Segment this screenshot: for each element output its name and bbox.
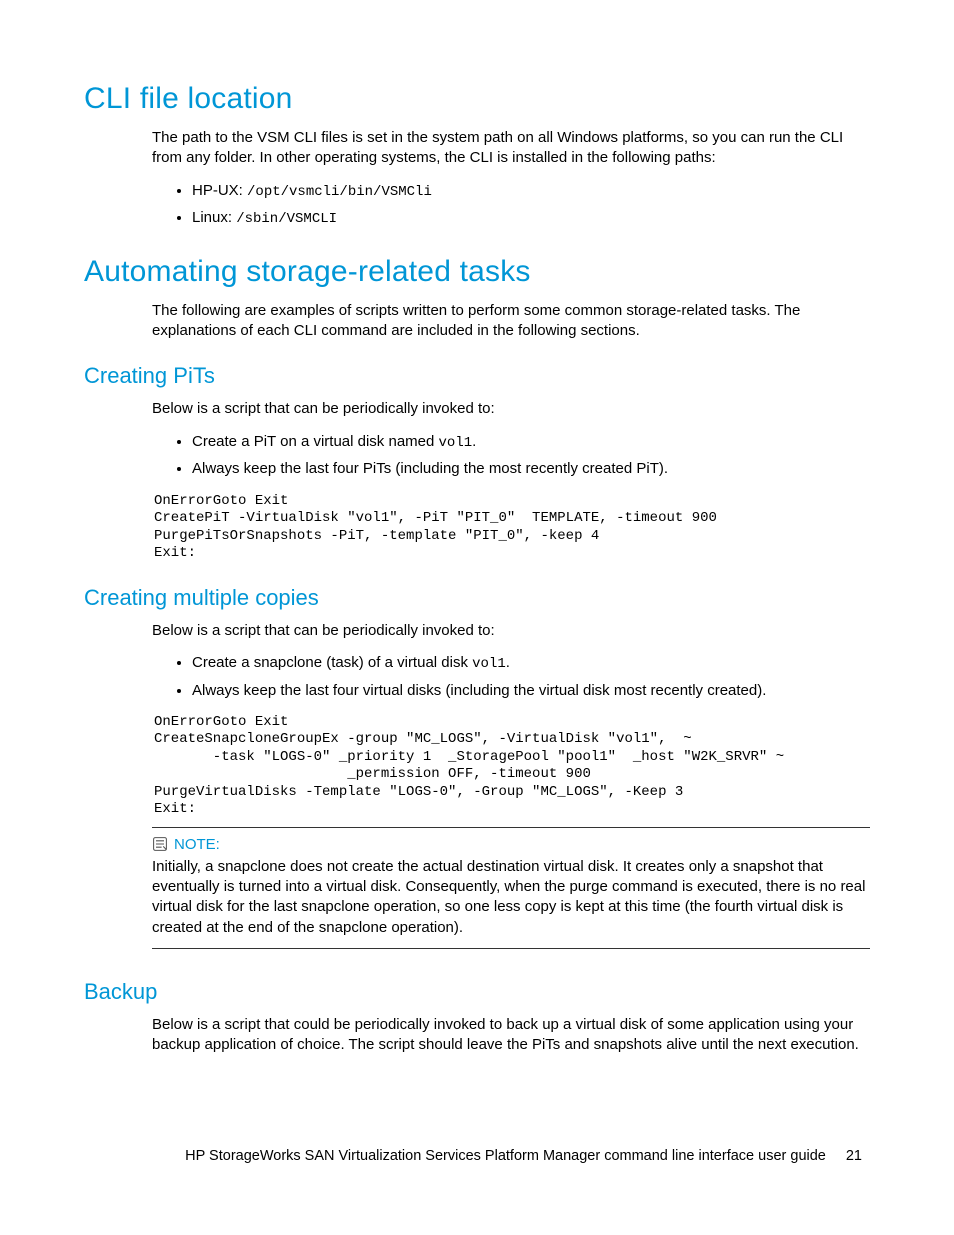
text: . [506, 654, 510, 671]
code-block-copies: OnErrorGoto Exit CreateSnapcloneGroupEx … [154, 714, 870, 819]
text: Create a snapclone (task) of a virtual d… [192, 654, 472, 671]
paragraph-automating-intro: The following are examples of scripts wr… [84, 301, 870, 342]
paragraph-cli-intro: The path to the VSM CLI files is set in … [84, 128, 870, 169]
note-rule-bottom [152, 948, 870, 949]
note-block: NOTE: Initially, a snapclone does not cr… [152, 827, 870, 949]
heading-automating-tasks: Automating storage-related tasks [84, 255, 870, 289]
heading-creating-copies: Creating multiple copies [84, 585, 870, 611]
inline-code: vol1 [472, 656, 506, 672]
footer-text: HP StorageWorks SAN Virtualization Servi… [185, 1148, 826, 1164]
list-item: Create a PiT on a virtual disk named vol… [192, 430, 870, 455]
list-item: Always keep the last four PiTs (includin… [192, 457, 870, 480]
list-pits: Create a PiT on a virtual disk named vol… [84, 430, 870, 481]
list-item: Linux: /sbin/VSMCLI [192, 206, 870, 231]
note-label: NOTE: [174, 836, 220, 853]
list-item: Create a snapclone (task) of a virtual d… [192, 651, 870, 676]
note-body: Initially, a snapclone does not create t… [152, 857, 870, 938]
code-block-pits: OnErrorGoto Exit CreatePiT -VirtualDisk … [154, 493, 870, 563]
list-cli-paths: HP-UX: /opt/vsmcli/bin/VSMCli Linux: /sb… [84, 179, 870, 231]
text: Create a PiT on a virtual disk named [192, 433, 439, 450]
page-number: 21 [846, 1147, 862, 1167]
page-footer: HP StorageWorks SAN Virtualization Servi… [120, 1147, 862, 1167]
heading-backup: Backup [84, 979, 870, 1005]
heading-creating-pits: Creating PiTs [84, 363, 870, 389]
list-copies: Create a snapclone (task) of a virtual d… [84, 651, 870, 702]
inline-code: vol1 [439, 435, 473, 451]
text: . [472, 433, 476, 450]
path-code: /sbin/VSMCLI [236, 211, 337, 227]
path-code: /opt/vsmcli/bin/VSMCli [247, 184, 432, 200]
note-icon [152, 836, 168, 852]
heading-cli-file-location: CLI file location [84, 82, 870, 116]
os-label: HP-UX: [192, 182, 247, 199]
paragraph-pits-intro: Below is a script that can be periodical… [84, 399, 870, 419]
note-rule-top [152, 827, 870, 828]
list-item: HP-UX: /opt/vsmcli/bin/VSMCli [192, 179, 870, 204]
paragraph-copies-intro: Below is a script that can be periodical… [84, 621, 870, 641]
paragraph-backup-intro: Below is a script that could be periodic… [84, 1015, 870, 1056]
os-label: Linux: [192, 209, 236, 226]
list-item: Always keep the last four virtual disks … [192, 679, 870, 702]
